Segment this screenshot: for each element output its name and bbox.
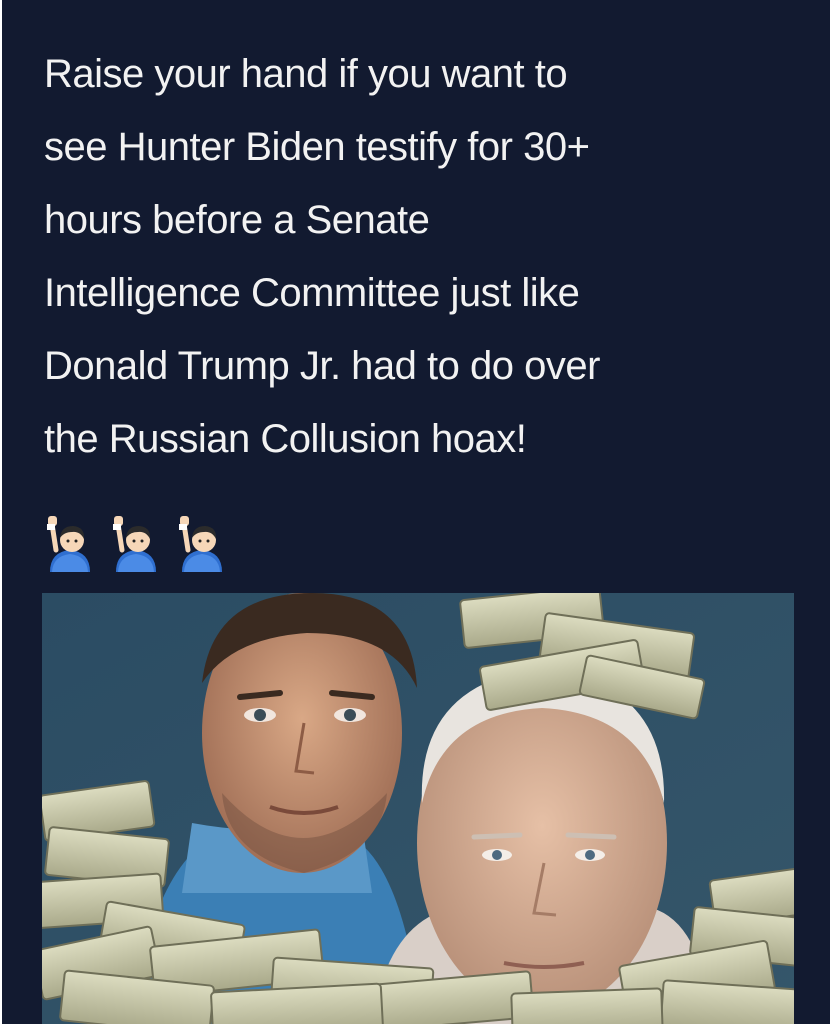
meme-caption: Raise your hand if you want to see Hunte…	[44, 52, 600, 461]
photo-image	[42, 593, 794, 1024]
person-raising-hand-icon	[47, 516, 90, 572]
person-raising-hand-icon	[179, 516, 222, 572]
person-raising-hand-icon	[113, 516, 156, 572]
meme-card: Raise your hand if you want to see Hunte…	[2, 0, 830, 1024]
emoji-row	[42, 514, 230, 574]
